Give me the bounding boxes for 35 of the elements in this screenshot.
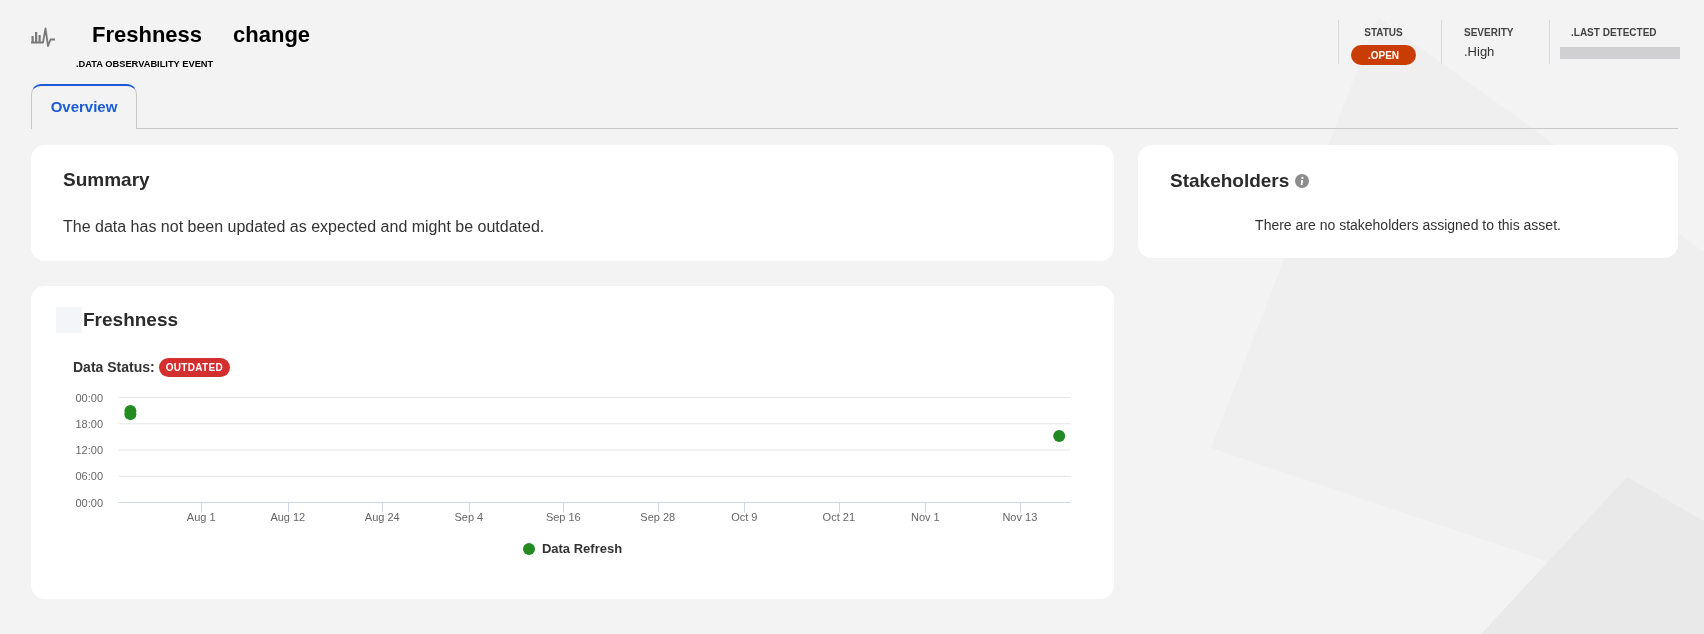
card-title: Freshness xyxy=(83,308,179,332)
x-axis-label: Aug 1 xyxy=(186,511,216,523)
legend-label: Data Refresh xyxy=(541,540,623,559)
x-axis-label: Oct 9 xyxy=(731,511,758,523)
status-badge: OUTDATED xyxy=(158,358,230,377)
x-axis-label: Nov 1 xyxy=(911,511,940,523)
status-badge: .OPEN xyxy=(1351,45,1416,65)
x-axis-label: Sep 28 xyxy=(640,511,676,523)
x-axis-label: Sep 4 xyxy=(454,511,484,523)
empty-state-text: There are no stakeholders assigned to this asset. xyxy=(1254,216,1562,235)
field-label: STATUS xyxy=(1364,28,1403,38)
x-axis-label: Aug 24 xyxy=(364,511,400,523)
y-axis-label: 18:00 xyxy=(75,417,103,430)
event-type-label: .DATA OBSERVABILITY EVENT xyxy=(76,59,214,69)
y-axis-label: 06:00 xyxy=(75,470,103,483)
field-value: .High xyxy=(1464,44,1495,60)
field-label: .LAST DETECTED xyxy=(1571,28,1657,38)
info-icon xyxy=(1295,174,1310,188)
card-title: Summary xyxy=(63,168,151,192)
pulse-icon xyxy=(31,27,55,47)
data-status-label: Data Status: xyxy=(73,358,155,377)
summary-text: The data has not been updated as expected and might be outdated. xyxy=(63,217,546,237)
x-axis-label: Nov 13 xyxy=(1002,511,1038,523)
card-title: Stakeholders xyxy=(1170,169,1290,193)
x-axis-label: Oct 21 xyxy=(822,511,855,523)
x-axis-label: Aug 12 xyxy=(270,511,306,523)
y-axis-label: 00:00 xyxy=(75,496,103,509)
y-axis-label: 12:00 xyxy=(75,444,103,456)
tab[interactable]: Overview xyxy=(31,84,137,129)
x-axis-label: Sep 16 xyxy=(545,511,581,523)
field-label: SEVERITY xyxy=(1464,28,1514,38)
data-point xyxy=(1053,430,1066,442)
page-title: change xyxy=(233,24,311,46)
page-title: Freshness xyxy=(92,24,203,46)
y-axis-label: 00:00 xyxy=(75,391,103,404)
